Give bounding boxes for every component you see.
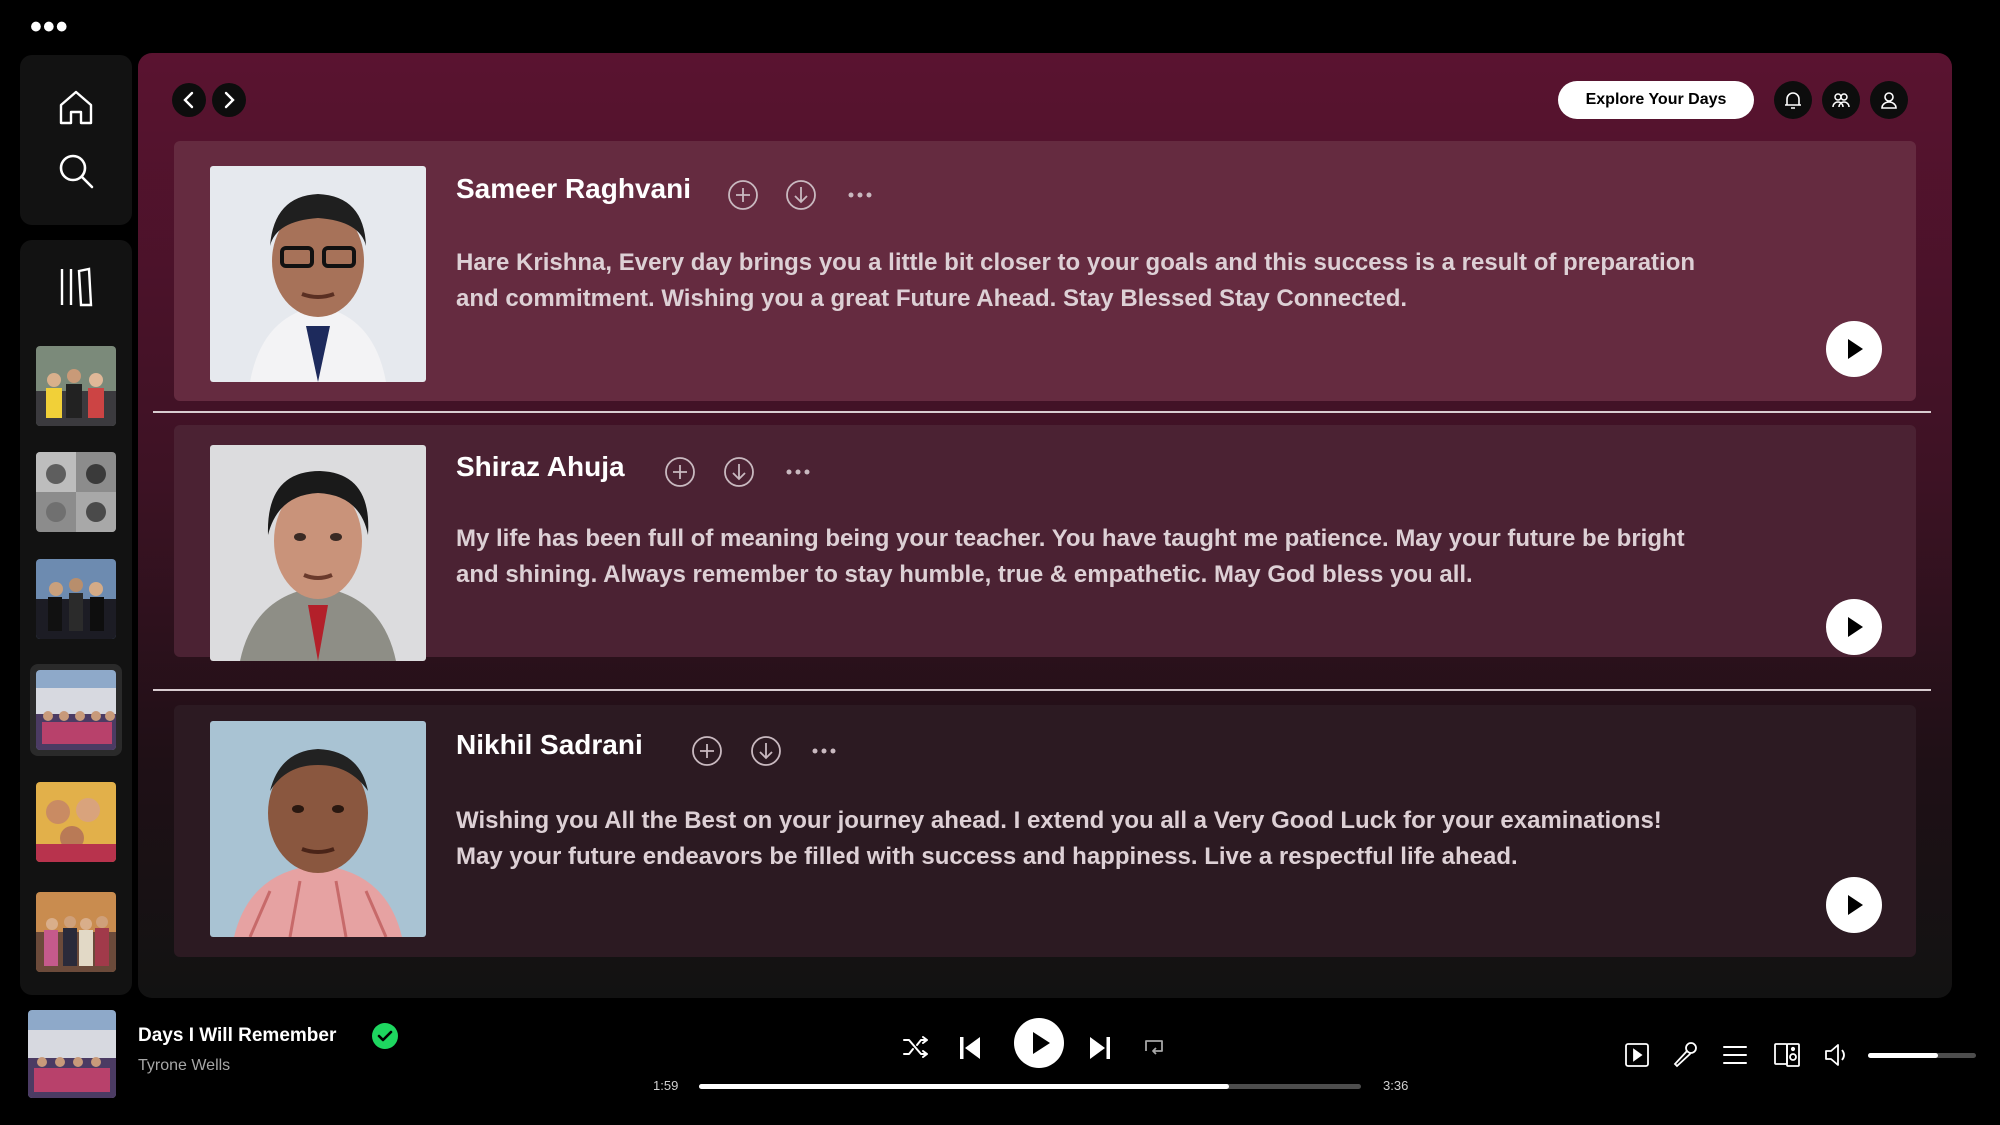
volume-icon[interactable]	[1822, 1040, 1852, 1070]
divider	[153, 411, 1931, 413]
repeat-icon[interactable]	[1142, 1036, 1166, 1058]
check-icon	[377, 1030, 393, 1042]
now-playing-title[interactable]: Days I Will Remember	[138, 1025, 336, 1047]
friends-activity-button[interactable]	[1822, 81, 1860, 119]
connect-device-icon[interactable]	[1772, 1040, 1802, 1070]
message-card: Nikhil Sadrani Wishing you All the Best …	[174, 705, 1916, 957]
download-icon[interactable]	[750, 735, 782, 767]
main-content: Explore Your Days Sameer Raghvani Hare K…	[138, 53, 1952, 998]
back-button[interactable]	[172, 83, 206, 117]
queue-icon[interactable]	[1720, 1040, 1750, 1070]
sidebar-playlist-4[interactable]	[30, 664, 122, 756]
previous-track-icon[interactable]	[958, 1034, 982, 1062]
teacher-photo	[210, 445, 426, 661]
playlist-cover-image	[36, 782, 116, 862]
playlist-cover-image	[36, 670, 116, 750]
liked-button[interactable]	[372, 1023, 398, 1049]
divider	[153, 689, 1931, 691]
teacher-name: Sameer Raghvani	[456, 173, 691, 204]
add-icon[interactable]	[664, 456, 696, 488]
play-icon	[1848, 895, 1863, 915]
shuffle-icon[interactable]	[902, 1035, 930, 1059]
message-text: Hare Krishna, Every day brings you a lit…	[456, 249, 1696, 312]
search-icon[interactable]	[56, 151, 96, 191]
message-text: My life has been full of meaning being y…	[456, 525, 1685, 588]
profile-button[interactable]	[1870, 81, 1908, 119]
add-icon[interactable]	[727, 179, 759, 211]
more-options-icon[interactable]	[844, 179, 876, 211]
play-message-button[interactable]	[1826, 321, 1882, 377]
playlist-cover-image	[36, 559, 116, 639]
chevron-right-icon	[224, 91, 235, 109]
message-card: Shiraz Ahuja My life has been full of me…	[174, 425, 1916, 661]
playlist-cover-image	[36, 892, 116, 972]
next-track-icon[interactable]	[1088, 1034, 1112, 1062]
play-icon	[1848, 339, 1863, 359]
explore-your-days-button[interactable]: Explore Your Days	[1558, 81, 1754, 119]
message-text: Wishing you All the Best on your journey…	[456, 807, 1662, 870]
now-playing-cover[interactable]	[28, 1010, 116, 1098]
download-icon[interactable]	[785, 179, 817, 211]
sidebar-playlist-2[interactable]	[30, 446, 122, 538]
sidebar-library	[20, 240, 132, 995]
now-playing-artist[interactable]: Tyrone Wells	[138, 1057, 230, 1075]
library-icon[interactable]	[58, 265, 94, 309]
teacher-name: Nikhil Sadrani	[456, 729, 643, 760]
app-menu-button[interactable]: •••	[30, 10, 69, 44]
sidebar-playlist-5[interactable]	[30, 776, 122, 868]
sidebar-playlist-6[interactable]	[30, 886, 122, 978]
track-duration: 3:36	[1383, 1078, 1409, 1093]
more-options-icon[interactable]	[808, 735, 840, 767]
playback-progress-fill	[699, 1084, 1229, 1089]
chevron-left-icon	[183, 91, 194, 109]
home-icon[interactable]	[56, 87, 96, 127]
sidebar-playlist-3[interactable]	[30, 553, 122, 645]
more-options-icon[interactable]	[782, 456, 814, 488]
friends-icon	[1832, 93, 1850, 108]
message-card: Sameer Raghvani Hare Krishna, Every day …	[174, 141, 1916, 401]
sidebar-nav	[20, 55, 132, 225]
download-icon[interactable]	[723, 456, 755, 488]
teacher-name: Shiraz Ahuja	[456, 451, 625, 482]
play-pause-button[interactable]	[1014, 1018, 1064, 1068]
playback-progress-bar[interactable]	[699, 1084, 1361, 1089]
teacher-photo	[210, 166, 426, 382]
add-icon[interactable]	[691, 735, 723, 767]
sidebar-playlist-1[interactable]	[30, 340, 122, 432]
play-message-button[interactable]	[1826, 877, 1882, 933]
teacher-photo	[210, 721, 426, 937]
volume-level-fill	[1868, 1053, 1939, 1058]
playlist-cover-image	[36, 452, 116, 532]
play-icon	[1033, 1032, 1050, 1054]
play-message-button[interactable]	[1826, 599, 1882, 655]
elapsed-time: 1:59	[653, 1078, 679, 1093]
now-playing-view-icon[interactable]	[1622, 1040, 1652, 1070]
notifications-button[interactable]	[1774, 81, 1812, 119]
volume-slider[interactable]	[1868, 1053, 1976, 1058]
forward-button[interactable]	[212, 83, 246, 117]
play-icon	[1848, 617, 1863, 637]
bell-icon	[1785, 92, 1801, 109]
playlist-cover-image	[36, 346, 116, 426]
lyrics-icon[interactable]	[1670, 1040, 1700, 1070]
profile-icon	[1881, 92, 1897, 109]
